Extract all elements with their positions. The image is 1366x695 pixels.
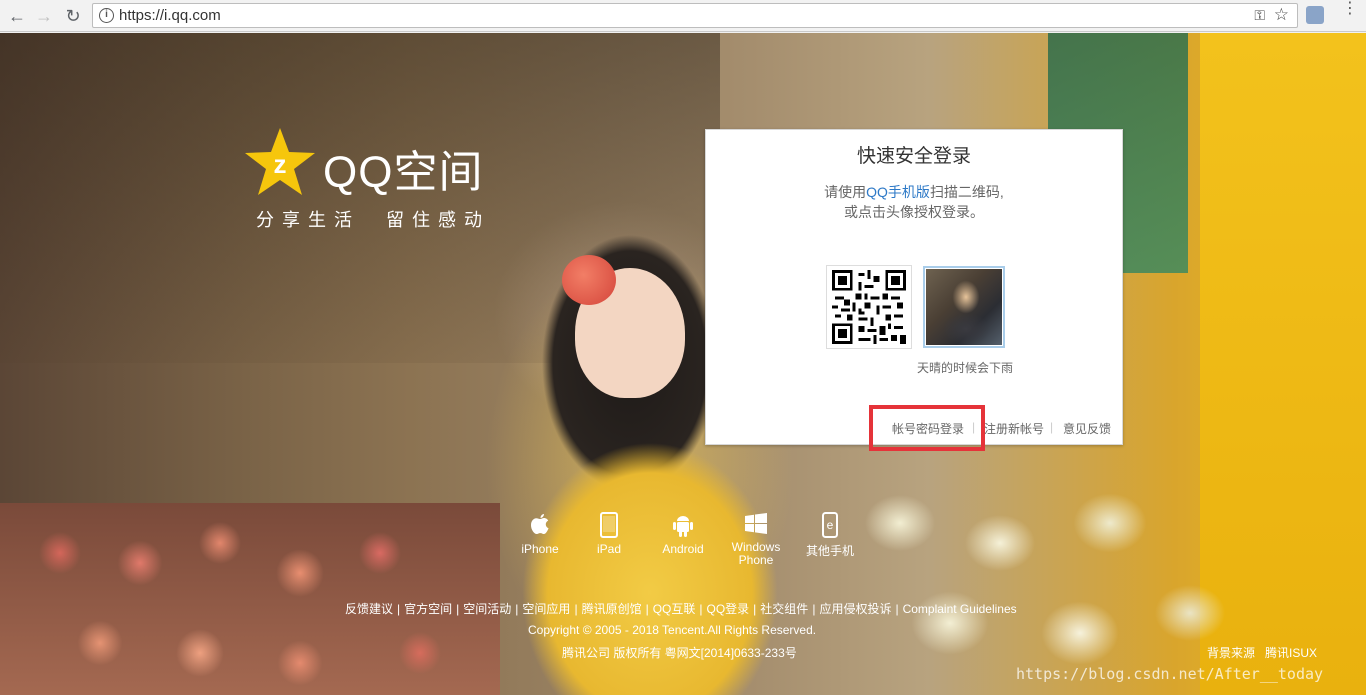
other-phone-icon: e <box>800 512 860 538</box>
footer-link[interactable]: 空间应用 <box>522 602 570 616</box>
desc-suffix: 扫描二维码, <box>929 184 1004 200</box>
qzone-star-icon: z <box>245 128 315 195</box>
address-bar[interactable]: i https://i.qq.com ⚿ ☆ <box>92 3 1298 28</box>
client-label: Android <box>662 542 704 556</box>
apple-icon <box>510 512 570 538</box>
browser-toolbar: ← → ↻ i https://i.qq.com ⚿ ☆ ⋮ <box>0 0 1366 32</box>
menu-dots-icon[interactable]: ⋮ <box>1342 1 1358 26</box>
client-label: 其他手机 <box>805 544 854 558</box>
footer-link[interactable]: 空间活动 <box>463 602 511 616</box>
logo-slogan: 分享生活 留住感动 <box>256 210 490 230</box>
background-photo <box>0 33 1366 695</box>
android-icon <box>653 512 713 538</box>
address-url[interactable]: https://i.qq.com <box>119 7 221 24</box>
logo-text: QQ空间 <box>323 148 484 197</box>
csdn-watermark: https://blog.csdn.net/After__today <box>1016 665 1324 683</box>
qr-code <box>826 265 912 349</box>
extension-icon[interactable] <box>1306 6 1324 24</box>
register-link[interactable]: 注册新帐号 <box>984 420 1044 437</box>
svg-text:e: e <box>827 518 834 532</box>
reload-icon[interactable]: ↻ <box>62 5 84 27</box>
footer-link[interactable]: QQ登录 <box>707 602 750 616</box>
qq-mobile-link[interactable]: QQ手机版 <box>866 184 930 200</box>
svg-text:z: z <box>274 149 287 179</box>
user-avatar[interactable] <box>923 266 1005 348</box>
icp-license: 腾讯公司 版权所有 粤网文[2014]0633-233号 <box>562 646 797 660</box>
footer-link[interactable]: 反馈建议 <box>345 602 393 616</box>
windows-icon <box>726 512 786 538</box>
client-windows-phone[interactable]: Windows Phone <box>726 512 786 567</box>
key-icon[interactable]: ⚿ <box>1254 7 1265 24</box>
login-panel: 快速安全登录 请使用QQ手机版扫描二维码, 或点击头像授权登录。 天晴的时候会下… <box>705 129 1123 445</box>
footer-link[interactable]: 腾讯原创馆 <box>582 602 642 616</box>
bookmark-star-icon[interactable]: ☆ <box>1274 5 1289 25</box>
client-label: iPhone <box>521 542 559 556</box>
client-iphone[interactable]: iPhone <box>510 512 570 556</box>
link-separator: | <box>1050 420 1054 434</box>
annotation-highlight-box <box>869 405 985 451</box>
footer-link[interactable]: 社交组件 <box>760 602 808 616</box>
background-credit-link[interactable]: 腾讯ISUX <box>1265 644 1317 661</box>
client-ipad[interactable]: iPad <box>579 512 639 556</box>
client-other-phone[interactable]: e 其他手机 <box>800 512 860 559</box>
client-label: iPad <box>596 542 622 556</box>
feedback-link[interactable]: 意见反馈 <box>1063 420 1111 437</box>
copyright-text: Copyright © 2005 - 2018 Tencent.All Righ… <box>528 623 817 637</box>
desc-line2: 或点击头像授权登录。 <box>844 204 984 220</box>
background-source-link[interactable]: 背景来源 <box>1207 644 1255 661</box>
login-title: 快速安全登录 <box>856 146 971 167</box>
back-arrow-icon[interactable]: ← <box>6 5 28 27</box>
client-label: Windows Phone <box>731 540 781 567</box>
forward-arrow-icon[interactable]: → <box>33 5 55 27</box>
site-info-icon[interactable]: i <box>99 8 114 23</box>
footer-link[interactable]: 应用侵权投诉 <box>819 602 891 616</box>
tablet-icon <box>579 512 639 538</box>
avatar-username[interactable]: 天晴的时候会下雨 <box>906 359 1024 376</box>
footer-link[interactable]: QQ互联 <box>653 602 696 616</box>
avatar-image <box>926 269 1002 345</box>
footer-link[interactable]: 官方空间 <box>404 602 452 616</box>
login-description: 请使用QQ手机版扫描二维码, 或点击头像授权登录。 <box>706 182 1122 222</box>
footer-links: 反馈建议 | 官方空间 | 空间活动 | 空间应用 | 腾讯原创馆 | QQ互联 | QQ登录 | 社交组件… <box>345 602 1017 616</box>
client-downloads: iPhone iPad Android Windows Phone e 其他手机 <box>510 512 870 572</box>
footer-link[interactable]: Complaint Guidelines <box>903 602 1017 616</box>
desc-prefix: 请使用 <box>824 184 867 200</box>
client-android[interactable]: Android <box>653 512 713 556</box>
qr-code-icon <box>832 270 906 344</box>
